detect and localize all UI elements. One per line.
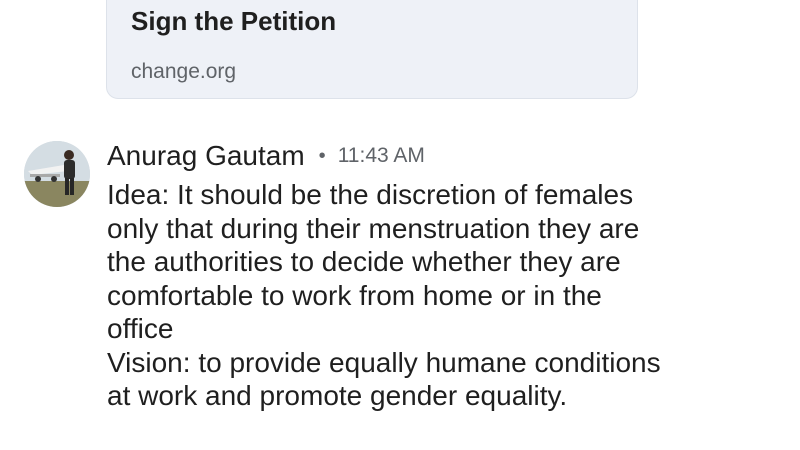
user-photo-avatar-icon <box>24 141 90 207</box>
message-line: only that during their menstruation they… <box>107 212 640 244</box>
message-line: at work and promote gender equality. <box>107 380 568 411</box>
link-preview-domain: change.org <box>131 60 237 83</box>
link-preview-title[interactable]: Sign the Petition <box>131 6 336 37</box>
message-line: Idea: It should be the discretion of fem… <box>107 179 634 210</box>
avatar[interactable] <box>24 141 90 207</box>
message-line: the authorities to decide whether they a… <box>107 246 621 277</box>
message-line: comfortable to work from home or in the <box>107 279 602 311</box>
message-header: Anurag Gautam • 11:43 AM <box>107 138 425 174</box>
separator-dot: • <box>318 144 326 167</box>
link-preview-card[interactable]: Sign the Petition change.org <box>106 0 638 99</box>
message-body: Idea: It should be the discretion of fem… <box>107 178 787 413</box>
message-line: office <box>107 313 174 344</box>
sender-name[interactable]: Anurag Gautam <box>107 140 305 172</box>
message-timestamp: 11:43 AM <box>337 144 425 167</box>
message-line: Vision: to provide equally humane condit… <box>107 346 661 378</box>
